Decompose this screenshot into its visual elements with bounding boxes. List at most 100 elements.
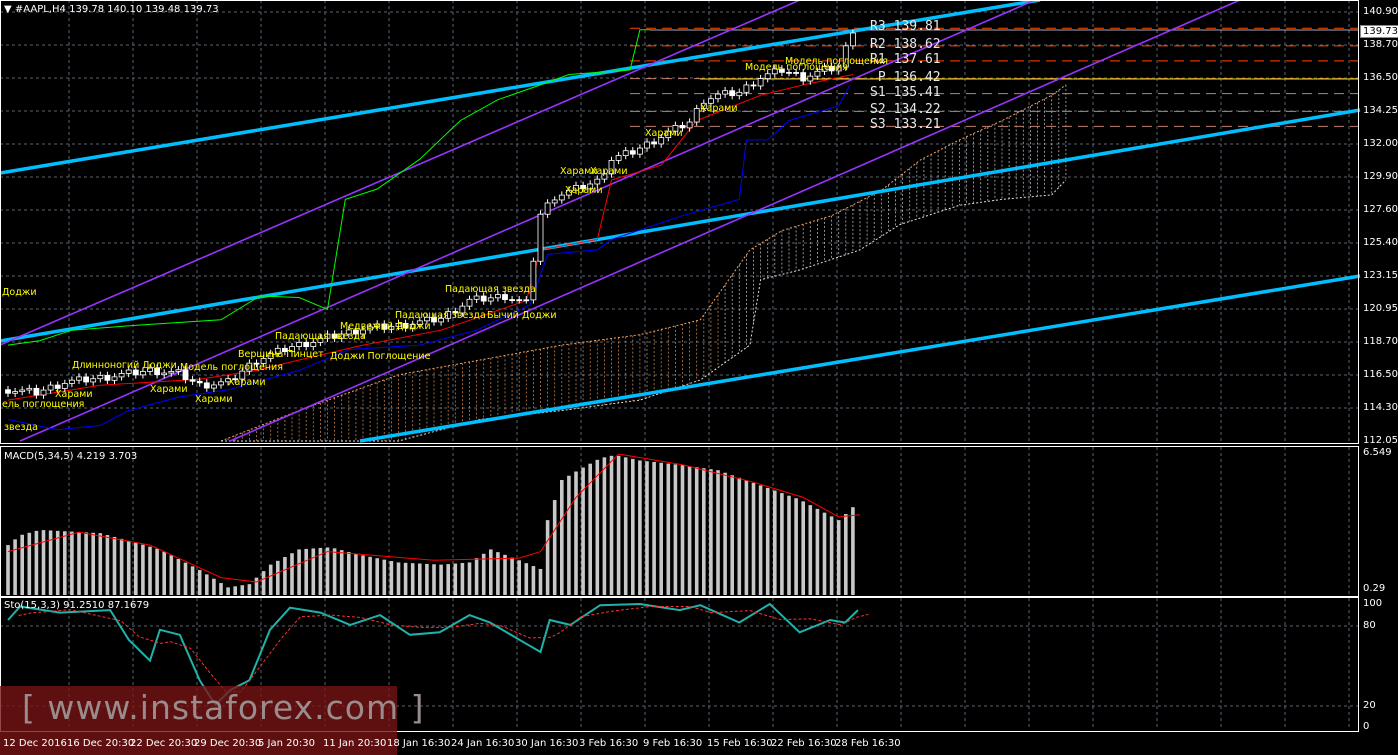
macd-bar xyxy=(545,520,550,595)
macd-bar xyxy=(162,551,166,595)
candle-body xyxy=(509,299,516,301)
macd-bar xyxy=(716,470,720,595)
candle-body xyxy=(693,108,700,123)
candle-body xyxy=(61,383,68,389)
candle-pattern-label: Падающая звезда xyxy=(395,310,486,321)
price-axis-label: 114.30 xyxy=(1363,402,1398,413)
pivot-name: P xyxy=(870,69,886,85)
macd-bar xyxy=(148,546,152,595)
macd-bar xyxy=(517,560,521,595)
stoch-axis-label: 20 xyxy=(1363,700,1376,711)
macd-bar xyxy=(467,562,472,595)
macd-bar xyxy=(403,562,408,595)
macd-bar xyxy=(91,532,95,595)
macd-bar xyxy=(268,564,273,595)
ohlc-values: 139.78 140.10 139.48 139.73 xyxy=(69,4,219,15)
candle-body xyxy=(686,121,693,129)
candle-body xyxy=(494,294,501,299)
pivot-value: 136.42 xyxy=(893,69,941,85)
macd-axis-label: 6.549 xyxy=(1363,447,1392,458)
macd-bar xyxy=(261,571,266,595)
macd-bar xyxy=(758,485,763,595)
pivot-value: 134.22 xyxy=(893,102,941,118)
candle-pattern-label: Харами xyxy=(590,166,628,177)
time-axis-label: 22 Feb 16:30 xyxy=(771,738,837,749)
macd-bar xyxy=(503,554,507,595)
candle-body xyxy=(516,299,523,302)
macd-bar xyxy=(744,480,749,595)
candle-body xyxy=(161,372,168,376)
pivot-value: 138.62 xyxy=(893,36,941,52)
macd-bar xyxy=(197,570,202,595)
time-axis-label: 30 Jan 16:30 xyxy=(515,738,579,749)
macd-bar xyxy=(765,487,770,595)
candle-body xyxy=(466,298,473,307)
candle-body xyxy=(480,295,487,302)
price-axis-label: 125.40 xyxy=(1363,237,1398,248)
candle-body xyxy=(210,384,217,389)
macd-bar xyxy=(645,461,649,595)
time-axis-label: 28 Feb 16:30 xyxy=(835,738,901,749)
candle-body xyxy=(487,297,494,302)
pivot-label: S3 133.21 xyxy=(870,117,941,132)
candle-body xyxy=(637,147,643,155)
macd-bar xyxy=(311,548,316,595)
candle-body xyxy=(83,376,89,383)
pivot-name: R2 xyxy=(870,36,886,52)
macd-bar xyxy=(801,501,805,595)
candle-pattern-label: Доджи Поглощение xyxy=(330,351,431,362)
pivot-name: S3 xyxy=(870,117,886,133)
dropdown-triangle-icon[interactable]: ▼ xyxy=(4,4,12,15)
candle-body xyxy=(800,72,807,82)
pivot-value: 135.41 xyxy=(893,84,941,100)
pivot-label: S2 134.22 xyxy=(870,102,941,117)
price-axis-label: 140.90 xyxy=(1363,6,1398,17)
macd-bar xyxy=(531,566,536,595)
panel-border xyxy=(0,446,1359,597)
macd-bar xyxy=(418,563,422,595)
macd-bar xyxy=(602,457,607,595)
macd-bar xyxy=(190,566,195,595)
candle-body xyxy=(26,387,33,391)
candle-pattern-label: Доджи xyxy=(2,287,37,298)
candle-pattern-label: Медвежий Доджи xyxy=(340,321,431,332)
macd-bar xyxy=(339,550,344,595)
macd-bar xyxy=(581,467,585,595)
candle-body xyxy=(196,380,203,384)
senkou-span-a xyxy=(220,84,1067,442)
pivot-lines xyxy=(630,27,1358,127)
macd-bar xyxy=(652,462,656,595)
candle-body xyxy=(558,194,565,201)
candle-body xyxy=(502,294,508,300)
macd-bar xyxy=(77,532,81,595)
macd-bar xyxy=(567,475,571,595)
macd-bar xyxy=(34,530,39,595)
price-axis-label: 123.15 xyxy=(1363,270,1398,281)
candle-body xyxy=(47,384,54,391)
time-axis-label: 12 Dec 2016 xyxy=(3,738,67,749)
price-axis-label: 118.70 xyxy=(1363,336,1398,347)
chart-canvas xyxy=(0,0,1361,732)
macd-label: MACD(5,34,5) 4.219 3.703 xyxy=(4,451,138,462)
pivot-name: S1 xyxy=(870,84,886,100)
candle-body xyxy=(736,91,743,97)
candle-body xyxy=(537,213,544,262)
candle-body xyxy=(40,389,47,396)
time-axis-label: 18 Jan 16:30 xyxy=(387,738,451,749)
pivot-name: S2 xyxy=(870,102,886,118)
chart-header: ▼ #AAPL,H4 139.78 140.10 139.48 139.73 xyxy=(4,4,219,15)
candle-body xyxy=(644,141,650,149)
macd-bar xyxy=(694,467,699,595)
macd-bar xyxy=(41,530,46,595)
macd-bar xyxy=(723,472,727,595)
candle-body xyxy=(296,342,303,347)
price-axis-label: 120.95 xyxy=(1363,303,1398,314)
senkou-span-b xyxy=(221,179,1067,442)
macd-panel xyxy=(6,453,861,595)
macd-bar xyxy=(481,553,486,595)
candle-body xyxy=(139,371,146,376)
pivot-value: 133.21 xyxy=(893,117,941,133)
candle-body xyxy=(722,90,728,95)
macd-bar xyxy=(844,514,848,595)
macd-bar xyxy=(276,560,280,595)
